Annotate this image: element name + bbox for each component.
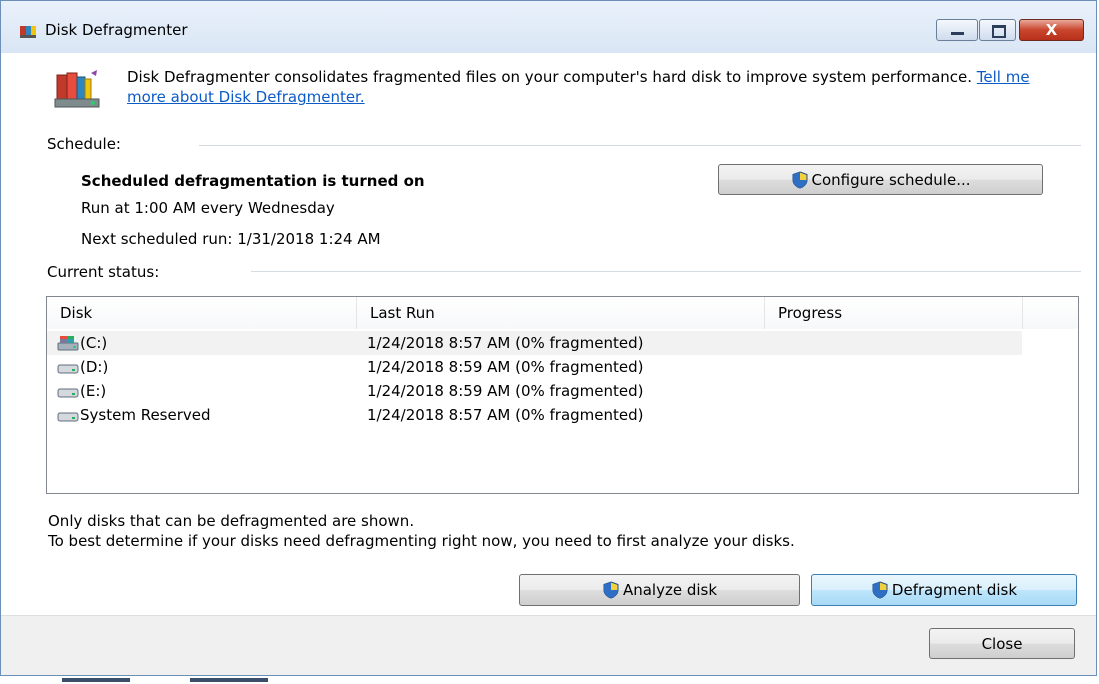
- defragment-disk-button[interactable]: Defragment disk: [811, 574, 1077, 606]
- maximize-button[interactable]: [979, 19, 1016, 41]
- system-drive-icon: [57, 336, 79, 351]
- column-header-last-run[interactable]: Last Run: [357, 297, 765, 329]
- minimize-button[interactable]: [936, 19, 978, 41]
- title-bar[interactable]: Disk Defragmenter X: [1, 1, 1096, 53]
- minimize-icon: [951, 32, 964, 35]
- close-button-label: Close: [981, 634, 1023, 653]
- configure-schedule-label: Configure schedule...: [811, 170, 971, 189]
- schedule-next-run: Next scheduled run: 1/31/2018 1:24 AM: [81, 230, 381, 248]
- table-row[interactable]: (C:) 1/24/2018 8:57 AM (0% fragmented): [47, 331, 1022, 355]
- last-run: 1/24/2018 8:57 AM (0% fragmented): [367, 406, 644, 424]
- last-run: 1/24/2018 8:59 AM (0% fragmented): [367, 382, 644, 400]
- disk-name: (C:): [80, 334, 108, 352]
- disk-name: (D:): [80, 358, 109, 376]
- dialog-footer: Close: [1, 615, 1096, 675]
- close-icon: X: [1045, 21, 1058, 39]
- maximize-icon: [992, 25, 1006, 38]
- configure-schedule-button[interactable]: Configure schedule...: [718, 164, 1043, 195]
- table-row[interactable]: (D:) 1/24/2018 8:59 AM (0% fragmented): [47, 355, 1022, 379]
- window-title: Disk Defragmenter: [45, 21, 188, 39]
- taskbar-segment: [190, 678, 268, 682]
- drive-icon: [57, 388, 79, 398]
- disk-defrag-icon: [20, 26, 36, 38]
- last-run: 1/24/2018 8:59 AM (0% fragmented): [367, 358, 644, 376]
- defragment-disk-label: Defragment disk: [891, 581, 1018, 599]
- close-button[interactable]: Close: [929, 628, 1075, 659]
- disk-name: (E:): [80, 382, 107, 400]
- drive-icon: [57, 364, 79, 374]
- uac-shield-icon: [792, 170, 807, 189]
- status-divider: [251, 271, 1081, 272]
- last-run: 1/24/2018 8:57 AM (0% fragmented): [367, 334, 644, 352]
- close-window-button[interactable]: X: [1019, 19, 1084, 41]
- schedule-run-at: Run at 1:00 AM every Wednesday: [81, 199, 335, 217]
- note-line-2: To best determine if your disks need def…: [48, 532, 795, 550]
- description: Disk Defragmenter consolidates fragmente…: [127, 67, 1047, 107]
- analyze-disk-label: Analyze disk: [622, 581, 718, 599]
- table-row[interactable]: (E:) 1/24/2018 8:59 AM (0% fragmented): [47, 379, 1022, 403]
- schedule-label: Schedule:: [47, 135, 121, 153]
- current-status-label: Current status:: [47, 263, 160, 281]
- uac-shield-icon: [603, 581, 619, 599]
- schedule-status: Scheduled defragmentation is turned on: [81, 172, 425, 190]
- disk-defrag-large-icon: [54, 70, 100, 108]
- table-row[interactable]: System Reserved 1/24/2018 8:57 AM (0% fr…: [47, 403, 1022, 427]
- description-text: Disk Defragmenter consolidates fragmente…: [127, 68, 973, 86]
- taskbar-strip: [0, 676, 1099, 684]
- column-header-disk[interactable]: Disk: [47, 297, 357, 329]
- drive-icon: [57, 412, 79, 422]
- schedule-divider: [199, 145, 1081, 146]
- column-header-progress[interactable]: Progress: [765, 297, 1023, 329]
- disk-name: System Reserved: [80, 406, 211, 424]
- taskbar-segment: [62, 678, 130, 682]
- analyze-disk-button[interactable]: Analyze disk: [519, 574, 800, 606]
- disk-defragmenter-window: Disk Defragmenter X Disk Defragmenter co…: [0, 0, 1097, 676]
- disk-list[interactable]: Disk Last Run Progress (C:) 1/24/2018 8:…: [46, 296, 1079, 494]
- note-line-1: Only disks that can be defragmented are …: [48, 512, 415, 530]
- column-header-filler: [1023, 297, 1078, 329]
- uac-shield-icon: [872, 581, 888, 599]
